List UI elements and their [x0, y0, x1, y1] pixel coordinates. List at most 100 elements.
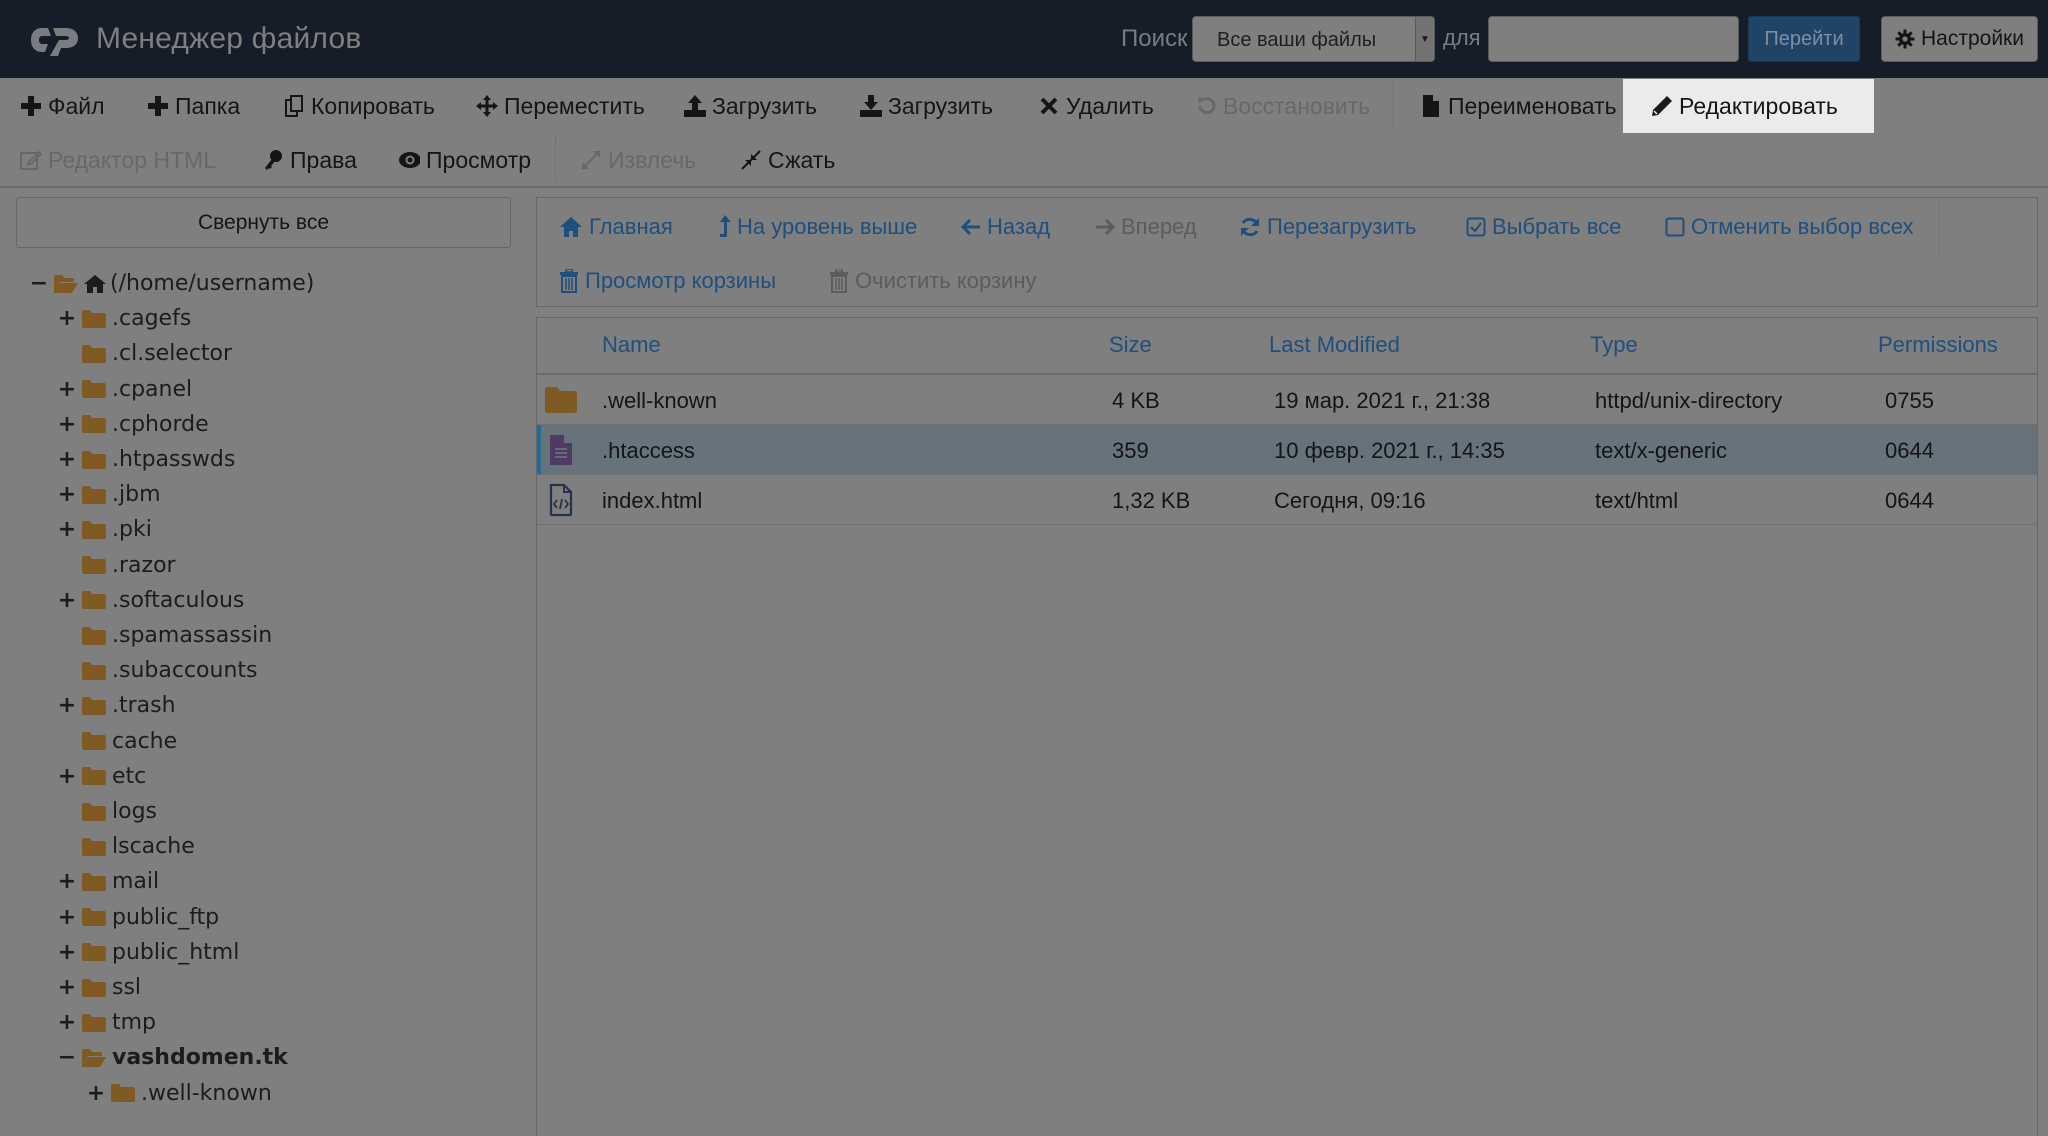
nav-back-button[interactable]: Назад — [961, 212, 1050, 242]
tree-item[interactable]: lscache — [56, 829, 195, 864]
file-table: Name Size Last Modified Type Permissions… — [536, 317, 2038, 1136]
column-header-name[interactable]: Name — [602, 332, 661, 358]
restore-button[interactable]: Восстановить — [1195, 86, 1370, 126]
folder-icon — [82, 344, 106, 363]
tree-item[interactable]: logs — [56, 794, 157, 829]
compress-icon — [740, 149, 762, 171]
file-type: httpd/unix-directory — [1595, 388, 1783, 413]
expand-toggle-icon[interactable]: + — [56, 869, 78, 894]
expand-toggle-icon[interactable]: + — [56, 905, 78, 930]
settings-button[interactable]: Настройки — [1881, 16, 2038, 62]
new-folder-button[interactable]: Папка — [147, 86, 240, 126]
expand-toggle-icon[interactable]: + — [56, 693, 78, 718]
column-header-size[interactable]: Size — [1109, 332, 1152, 358]
tree-item[interactable]: + etc — [56, 759, 146, 794]
tree-item[interactable]: + .cagefs — [56, 301, 192, 336]
nav-reload-button[interactable]: Перезагрузить — [1239, 212, 1416, 242]
tree-item[interactable]: cache — [56, 724, 177, 759]
tree-item[interactable]: + .htpasswds — [56, 442, 236, 477]
empty-trash-button[interactable]: Очистить корзину — [829, 266, 1037, 296]
cpanel-logo-icon[interactable] — [28, 22, 84, 58]
search-input[interactable] — [1488, 16, 1739, 62]
folder-icon — [82, 415, 106, 434]
tree-item[interactable]: .razor — [56, 548, 176, 583]
go-button[interactable]: Перейти — [1748, 16, 1860, 62]
tree-item-label: .spamassassin — [112, 623, 273, 648]
copy-button[interactable]: Копировать — [283, 86, 435, 126]
collapse-toggle-icon[interactable]: − — [28, 271, 50, 296]
expand-toggle-icon[interactable]: + — [56, 764, 78, 789]
upload-button[interactable]: Загрузить — [684, 86, 817, 126]
tree-item[interactable]: + .softaculous — [56, 583, 245, 618]
upload-label: Загрузить — [712, 92, 818, 119]
new-file-button[interactable]: Файл — [20, 86, 105, 126]
html-editor-button[interactable]: Редактор HTML — [20, 140, 216, 180]
expand-toggle-icon[interactable]: + — [56, 517, 78, 542]
permissions-button[interactable]: Права — [262, 140, 357, 180]
column-header-permissions[interactable]: Permissions — [1878, 332, 1998, 358]
expand-toggle-icon[interactable]: + — [56, 412, 78, 437]
search-scope-select[interactable]: Все ваши файлы ▼ — [1192, 16, 1435, 62]
tree-item[interactable]: − (/home/username) — [28, 266, 315, 301]
tree-item[interactable]: + .cphorde — [56, 407, 209, 442]
expand-toggle-icon[interactable]: + — [56, 1010, 78, 1035]
file-icon — [1420, 95, 1442, 117]
nav-forward-button[interactable]: Вперед — [1095, 212, 1197, 242]
folder-icon — [82, 872, 106, 891]
collapse-all-button[interactable]: Свернуть все — [16, 197, 511, 248]
tree-item[interactable]: + public_ftp — [56, 900, 219, 935]
delete-button[interactable]: Удалить — [1038, 86, 1154, 126]
unselect-all-button[interactable]: Отменить выбор всех — [1665, 212, 1914, 242]
tree-item-label: .subaccounts — [112, 658, 258, 684]
tree-item[interactable]: .spamassassin — [56, 618, 272, 653]
tree-item[interactable]: + tmp — [56, 1005, 156, 1040]
expand-toggle-icon[interactable]: + — [85, 1081, 107, 1106]
nav-up-button[interactable]: На уровень выше — [717, 212, 917, 242]
tree-item-label: mail — [112, 869, 160, 895]
download-label: Загрузить — [888, 92, 994, 119]
expand-toggle-icon[interactable]: + — [56, 940, 78, 965]
expand-toggle-icon[interactable]: + — [56, 588, 78, 613]
tree-item[interactable]: + .well-known — [85, 1076, 272, 1111]
copy-label: Копировать — [311, 92, 435, 119]
select-all-button[interactable]: Выбрать все — [1466, 212, 1621, 242]
tree-item[interactable]: + mail — [56, 864, 159, 899]
select-all-label: Выбрать все — [1492, 214, 1622, 239]
move-button[interactable]: Переместить — [476, 86, 645, 126]
edit-button[interactable]: Редактировать — [1623, 79, 1874, 133]
table-row[interactable]: .htaccess 359 10 февр. 2021 г., 14:35 te… — [537, 425, 2037, 475]
folder-icon — [545, 387, 577, 413]
tree-item[interactable]: + .jbm — [56, 477, 161, 512]
download-button[interactable]: Загрузить — [860, 86, 993, 126]
expand-toggle-icon[interactable]: + — [56, 975, 78, 1000]
collapse-toggle-icon[interactable]: − — [56, 1045, 78, 1070]
expand-toggle-icon[interactable]: + — [56, 447, 78, 472]
table-row[interactable]: .well-known 4 KB 19 мар. 2021 г., 21:38 … — [537, 375, 2037, 425]
tree-item[interactable]: .cl.selector — [56, 336, 232, 371]
chevron-down-icon[interactable]: ▼ — [1415, 17, 1434, 61]
expand-toggle-icon[interactable]: + — [56, 306, 78, 331]
column-header-last-modified[interactable]: Last Modified — [1269, 332, 1400, 358]
expand-toggle-icon[interactable]: + — [56, 482, 78, 507]
file-name: index.html — [602, 488, 703, 513]
view-trash-button[interactable]: Просмотр корзины — [559, 266, 776, 296]
tree-item[interactable]: + .pki — [56, 512, 152, 547]
expand-toggle-icon[interactable]: + — [56, 377, 78, 402]
table-row[interactable]: index.html 1,32 KB Сегодня, 09:16 text/h… — [537, 475, 2037, 525]
nav-home-button[interactable]: Главная — [559, 212, 673, 242]
tree-item[interactable]: + .trash — [56, 688, 176, 723]
compress-button[interactable]: Сжать — [740, 140, 835, 180]
rename-button[interactable]: Переименовать — [1420, 86, 1617, 126]
tree-item-label: cache — [112, 728, 178, 754]
view-button[interactable]: Просмотр — [398, 140, 531, 180]
folder-icon — [82, 943, 106, 962]
tree-item[interactable]: .subaccounts — [56, 653, 257, 688]
move-label: Переместить — [504, 92, 645, 119]
tree-item[interactable]: + .cpanel — [56, 372, 192, 407]
column-header-type[interactable]: Type — [1590, 332, 1638, 358]
tree-item[interactable]: + ssl — [56, 970, 141, 1005]
tree-item[interactable]: + public_html — [56, 935, 240, 970]
tree-item[interactable]: − vashdomen.tk — [56, 1040, 288, 1075]
extract-button[interactable]: Извлечь — [580, 140, 696, 180]
tree-item-label: .well-known — [141, 1080, 272, 1106]
